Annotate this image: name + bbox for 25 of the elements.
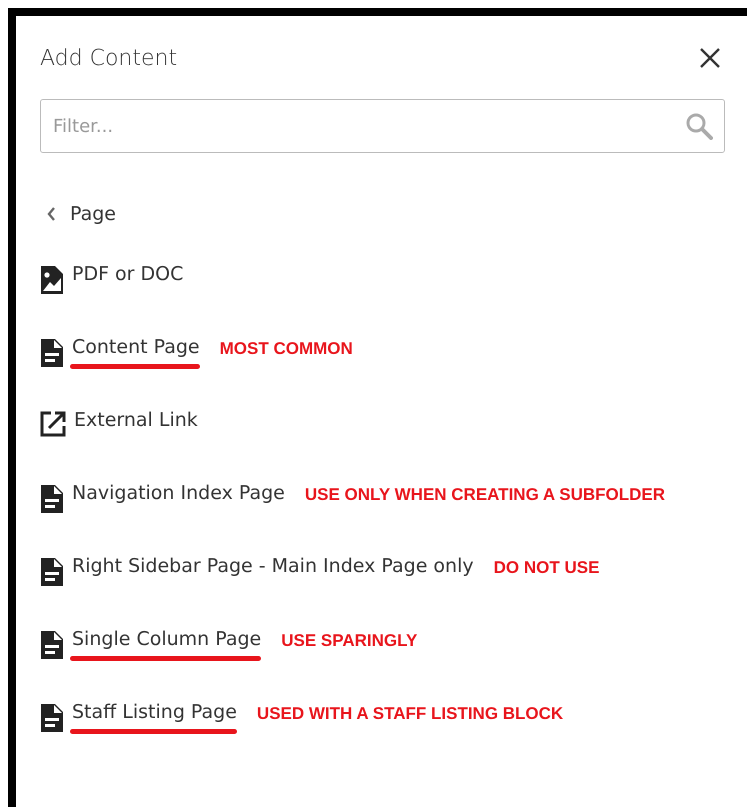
- panel-title: Add Content: [40, 46, 178, 70]
- annotation-note: USE SPARINGLY: [281, 631, 418, 651]
- document-icon: [40, 630, 64, 660]
- annotation-note: MOST COMMON: [220, 339, 353, 359]
- content-type-link[interactable]: Content Page: [72, 336, 200, 358]
- annotation-note: DO NOT USE: [494, 558, 600, 578]
- filter-field[interactable]: Filter...: [40, 99, 725, 153]
- content-type-link[interactable]: Staff Listing Page: [72, 701, 237, 723]
- document-icon: [40, 557, 64, 587]
- search-icon: [685, 112, 713, 140]
- content-type-link[interactable]: Single Column Page: [72, 628, 262, 650]
- content-type-link[interactable]: Right Sidebar Page - Main Index Page only: [72, 555, 474, 577]
- chevron-left-icon: [46, 206, 56, 222]
- document-icon: [40, 338, 64, 368]
- document-icon: [40, 484, 64, 514]
- annotation-note: USED WITH A STAFF LISTING BLOCK: [256, 704, 564, 724]
- content-type-link[interactable]: External Link: [74, 409, 198, 431]
- external-link-icon: [40, 411, 66, 437]
- close-icon[interactable]: [699, 47, 721, 69]
- document-icon: [40, 703, 64, 733]
- content-type-link[interactable]: Navigation Index Page: [72, 482, 285, 504]
- content-type-link[interactable]: PDF or DOC: [72, 263, 184, 285]
- annotation-note: USE ONLY WHEN CREATING A SUBFOLDER: [304, 485, 666, 505]
- image-file-icon: [40, 265, 64, 295]
- back-link[interactable]: Page: [46, 203, 116, 225]
